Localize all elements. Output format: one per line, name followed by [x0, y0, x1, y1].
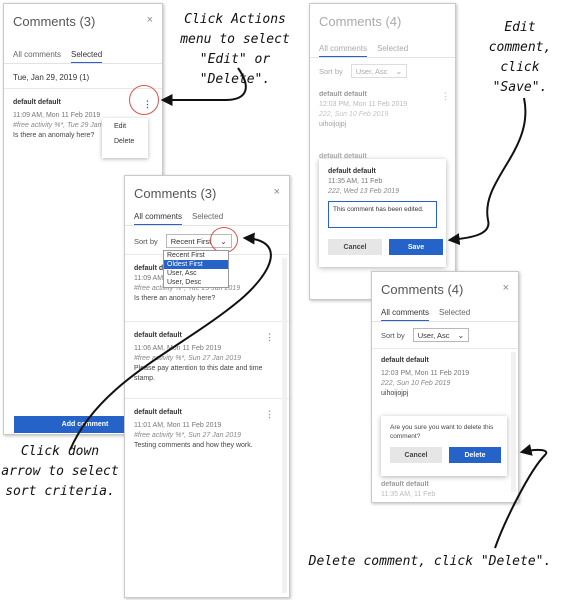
sort-option[interactable]: Recent First [164, 251, 228, 260]
annotation-sort: Click down arrow to select sort criteria… [1, 444, 119, 499]
sort-option[interactable]: User, Asc [164, 269, 228, 278]
arrow [447, 97, 527, 246]
annotation-delete: Delete comment, click "Delete". [308, 554, 552, 569]
sort-option-highlighted[interactable]: Oldest First [164, 260, 228, 269]
annotation-edit: Edit comment, click "Save". [488, 20, 552, 95]
sort-options-list: Recent First Oldest First User, Asc User… [163, 250, 229, 288]
sort-option[interactable]: User, Desc [164, 278, 228, 287]
annotation-actions: Click Actions menu to select "Edit" or "… [180, 12, 290, 87]
arrow [494, 444, 548, 549]
